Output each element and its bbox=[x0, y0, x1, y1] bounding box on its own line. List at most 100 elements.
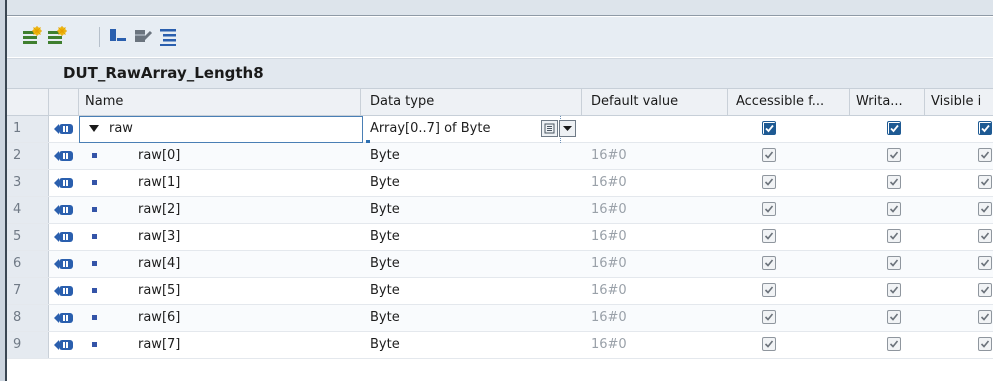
row-number: 6 bbox=[7, 251, 49, 277]
name-cell[interactable]: raw bbox=[79, 116, 361, 142]
table-row[interactable]: 4 raw[2] Byte 16#0 bbox=[7, 197, 993, 224]
header-icon bbox=[49, 89, 79, 115]
visible-checkbox[interactable] bbox=[978, 256, 992, 270]
writable-checkbox[interactable] bbox=[887, 175, 901, 189]
name-cell[interactable]: raw[0] bbox=[79, 143, 361, 169]
visible-checkbox[interactable] bbox=[978, 229, 992, 243]
writable-cell bbox=[850, 197, 925, 223]
accessible-cell bbox=[728, 197, 850, 223]
visible-checkbox[interactable] bbox=[978, 175, 992, 189]
accessible-checkbox[interactable] bbox=[762, 148, 776, 162]
variable-name: raw[4] bbox=[138, 256, 181, 271]
header-default-value[interactable]: Default value bbox=[582, 89, 728, 115]
element-bullet-icon bbox=[92, 342, 97, 347]
variable-name: raw[2] bbox=[138, 202, 181, 217]
header-writable[interactable]: Writa... bbox=[850, 89, 925, 115]
accessible-checkbox[interactable] bbox=[762, 229, 776, 243]
row-number: 3 bbox=[7, 170, 49, 196]
expand-triangle-icon[interactable] bbox=[89, 124, 99, 132]
visible-checkbox[interactable] bbox=[978, 310, 992, 324]
writable-checkbox[interactable] bbox=[887, 283, 901, 297]
name-cell[interactable]: raw[3] bbox=[79, 224, 361, 250]
element-bullet-icon bbox=[92, 207, 97, 212]
default-value-cell[interactable]: 16#0 bbox=[582, 170, 728, 196]
accessible-checkbox[interactable] bbox=[762, 337, 776, 351]
visible-checkbox[interactable] bbox=[978, 121, 992, 135]
name-cell[interactable]: raw[2] bbox=[79, 197, 361, 223]
data-type-cell[interactable]: Byte bbox=[361, 305, 582, 331]
accessible-checkbox[interactable] bbox=[762, 256, 776, 270]
visible-checkbox[interactable] bbox=[978, 148, 992, 162]
variable-name: raw[7] bbox=[138, 337, 181, 352]
list-select-button[interactable] bbox=[541, 120, 558, 137]
data-type-cell[interactable]: Byte bbox=[361, 251, 582, 277]
table-row[interactable]: 5 raw[3] Byte 16#0 bbox=[7, 224, 993, 251]
name-cell[interactable]: raw[1] bbox=[79, 170, 361, 196]
name-cell[interactable]: raw[4] bbox=[79, 251, 361, 277]
accessible-checkbox[interactable] bbox=[762, 283, 776, 297]
dropdown-button[interactable] bbox=[559, 120, 576, 137]
default-value-cell[interactable]: 16#0 bbox=[582, 332, 728, 358]
name-cell[interactable]: raw[5] bbox=[79, 278, 361, 304]
accessible-checkbox[interactable] bbox=[762, 202, 776, 216]
default-value-cell[interactable]: 16#0 bbox=[582, 278, 728, 304]
table-row[interactable]: 6 raw[4] Byte 16#0 bbox=[7, 251, 993, 278]
accessible-cell bbox=[728, 332, 850, 358]
expand-all-icon[interactable] bbox=[107, 25, 129, 47]
data-type-cell[interactable]: Byte bbox=[361, 278, 582, 304]
accessible-cell bbox=[728, 251, 850, 277]
name-cell[interactable]: raw[7] bbox=[79, 332, 361, 358]
interface-icon bbox=[49, 224, 79, 250]
visible-checkbox[interactable] bbox=[978, 337, 992, 351]
list-view-icon[interactable] bbox=[157, 25, 179, 47]
header-data-type[interactable]: Data type bbox=[361, 89, 582, 115]
interface-icon bbox=[49, 251, 79, 277]
visible-cell bbox=[925, 197, 993, 223]
data-type-cell[interactable]: Byte bbox=[361, 143, 582, 169]
header-accessible[interactable]: Accessible f... bbox=[728, 89, 850, 115]
table-row[interactable]: 1 raw Array[0..7] of Byte bbox=[7, 116, 993, 144]
accessible-checkbox[interactable] bbox=[762, 121, 776, 135]
add-row-icon[interactable] bbox=[46, 25, 68, 47]
table-row[interactable]: 9 raw[7] Byte 16#0 bbox=[7, 332, 993, 359]
accessible-checkbox[interactable] bbox=[762, 310, 776, 324]
default-value-cell[interactable]: 16#0 bbox=[582, 251, 728, 277]
collapse-all-icon[interactable] bbox=[132, 25, 154, 47]
default-value-cell[interactable]: 16#0 bbox=[582, 305, 728, 331]
header-name[interactable]: Name bbox=[79, 89, 361, 115]
table-row[interactable]: 3 raw[1] Byte 16#0 bbox=[7, 170, 993, 197]
accessible-checkbox[interactable] bbox=[762, 175, 776, 189]
writable-checkbox[interactable] bbox=[887, 256, 901, 270]
table-row[interactable]: 8 raw[6] Byte 16#0 bbox=[7, 305, 993, 332]
block-title-bar: DUT_RawArray_Length8 bbox=[7, 58, 993, 88]
default-value-cell[interactable]: 16#0 bbox=[582, 143, 728, 169]
data-type-cell[interactable]: Byte bbox=[361, 224, 582, 250]
row-number: 4 bbox=[7, 197, 49, 223]
writable-checkbox[interactable] bbox=[887, 310, 901, 324]
element-bullet-icon bbox=[92, 153, 97, 158]
writable-checkbox[interactable] bbox=[887, 202, 901, 216]
writable-checkbox[interactable] bbox=[887, 121, 901, 135]
writable-checkbox[interactable] bbox=[887, 229, 901, 243]
default-value-cell[interactable]: 16#0 bbox=[582, 224, 728, 250]
table-row[interactable]: 7 raw[5] Byte 16#0 bbox=[7, 278, 993, 305]
visible-checkbox[interactable] bbox=[978, 283, 992, 297]
data-type-cell[interactable]: Byte bbox=[361, 170, 582, 196]
visible-checkbox[interactable] bbox=[978, 202, 992, 216]
writable-cell bbox=[850, 116, 925, 142]
accessible-cell bbox=[728, 305, 850, 331]
writable-cell bbox=[850, 278, 925, 304]
visible-cell bbox=[925, 332, 993, 358]
name-cell[interactable]: raw[6] bbox=[79, 305, 361, 331]
writable-checkbox[interactable] bbox=[887, 148, 901, 162]
table-row[interactable]: 2 raw[0] Byte 16#0 bbox=[7, 143, 993, 170]
variable-name: raw[3] bbox=[138, 229, 181, 244]
insert-row-icon[interactable] bbox=[21, 25, 43, 47]
data-type-cell[interactable]: Byte bbox=[361, 332, 582, 358]
default-value-cell[interactable]: 16#0 bbox=[582, 197, 728, 223]
default-value-cell[interactable] bbox=[582, 116, 728, 142]
interface-icon bbox=[49, 143, 79, 169]
data-type-cell[interactable]: Byte bbox=[361, 197, 582, 223]
writable-checkbox[interactable] bbox=[887, 337, 901, 351]
header-visible[interactable]: Visible i bbox=[925, 89, 993, 115]
